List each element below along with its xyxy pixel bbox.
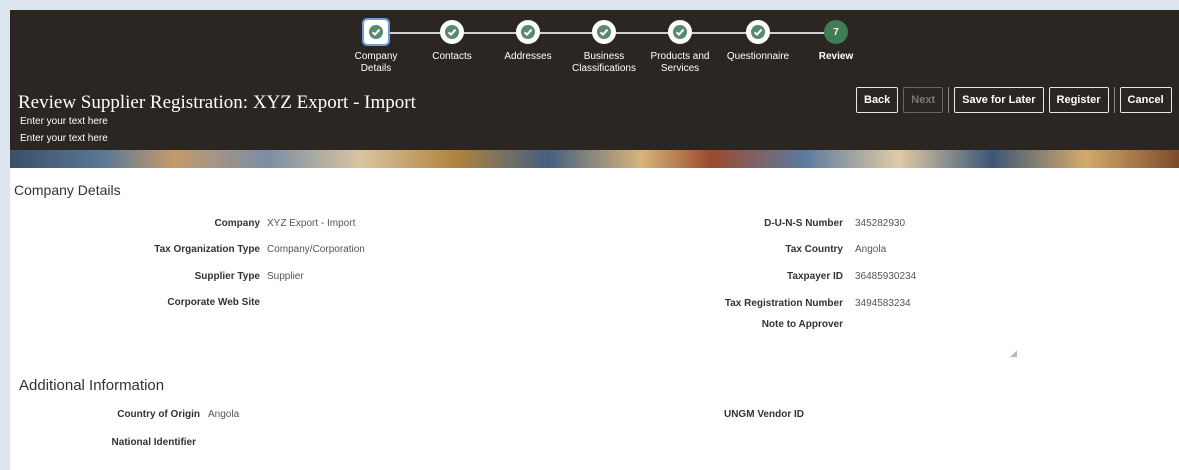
- train-step-label-review[interactable]: Review: [796, 51, 876, 63]
- duns-number-label: D-U-N-S Number: [764, 218, 843, 229]
- taxpayer-id-value: 36485930234: [855, 271, 917, 282]
- ungm-vendor-id-label: UNGM Vendor ID: [723, 409, 804, 420]
- train-step-label-questionnaire[interactable]: Questionnaire: [718, 51, 798, 63]
- country-of-origin-label: Country of Origin: [117, 409, 200, 420]
- resize-grip-icon[interactable]: ◢: [1010, 348, 1017, 359]
- section-title-company-details: Company Details: [14, 182, 121, 198]
- header-instruction-line-2: Enter your text here: [20, 133, 108, 144]
- train-step-1-check-icon[interactable]: [362, 18, 390, 46]
- train-step-6-check-icon[interactable]: [746, 20, 770, 44]
- section-title-additional-information: Additional Information: [19, 377, 165, 394]
- tax-registration-number-label: Tax Registration Number: [724, 298, 843, 309]
- taxpayer-id-label: Taxpayer ID: [787, 271, 843, 282]
- train-step-label-addresses[interactable]: Addresses: [488, 51, 568, 63]
- tax-organization-type-value: Company/Corporation: [267, 244, 365, 255]
- national-identifier-label: National Identifier: [111, 437, 196, 448]
- header-instruction-line-1: Enter your text here: [20, 116, 108, 127]
- button-separator: [1113, 87, 1115, 113]
- note-to-approver-label: Note to Approver: [761, 319, 843, 330]
- back-button[interactable]: Back: [856, 87, 899, 113]
- cancel-button[interactable]: Cancel: [1119, 87, 1172, 113]
- page-frame: 7 Company Details Contacts Addresses Bus…: [10, 10, 1179, 470]
- corporate-web-site-label: Corporate Web Site: [167, 297, 260, 308]
- tax-registration-number-value: 3494583234: [855, 298, 911, 309]
- action-button-bar: Back Next Save for Later Register Cancel: [856, 86, 1177, 114]
- train-step-7-number: 7: [833, 26, 839, 38]
- train-step-label-company-details[interactable]: Company Details: [336, 51, 416, 75]
- train-step-label-products-and-services[interactable]: Products and Services: [640, 51, 720, 75]
- duns-number-value: 345282930: [855, 218, 906, 229]
- train-step-label-contacts[interactable]: Contacts: [412, 51, 492, 63]
- page-header: 7 Company Details Contacts Addresses Bus…: [10, 10, 1179, 168]
- supplier-type-value: Supplier: [267, 271, 304, 282]
- next-button[interactable]: Next: [903, 87, 944, 113]
- tax-country-label: Tax Country: [785, 244, 843, 255]
- train-step-4-check-icon[interactable]: [592, 20, 616, 44]
- train-step-7-current[interactable]: 7: [824, 20, 848, 44]
- train-step-5-check-icon[interactable]: [668, 20, 692, 44]
- company-label: Company: [214, 218, 260, 229]
- train-step-label-business-classifications[interactable]: Business Classifications: [564, 51, 644, 75]
- registration-train: 7 Company Details Contacts Addresses Bus…: [340, 16, 880, 96]
- tax-country-value: Angola: [855, 244, 887, 255]
- save-for-later-button[interactable]: Save for Later: [954, 87, 1044, 113]
- train-step-3-check-icon[interactable]: [516, 20, 540, 44]
- train-step-2-check-icon[interactable]: [440, 20, 464, 44]
- button-separator: [948, 87, 950, 113]
- supplier-type-label: Supplier Type: [194, 271, 260, 282]
- page-title: Review Supplier Registration: XYZ Export…: [18, 92, 416, 113]
- decorative-banner-image: [10, 150, 1179, 168]
- company-value: XYZ Export - Import: [267, 218, 356, 229]
- country-of-origin-value: Angola: [208, 409, 240, 420]
- tax-organization-type-label: Tax Organization Type: [154, 244, 260, 255]
- register-button[interactable]: Register: [1048, 87, 1109, 113]
